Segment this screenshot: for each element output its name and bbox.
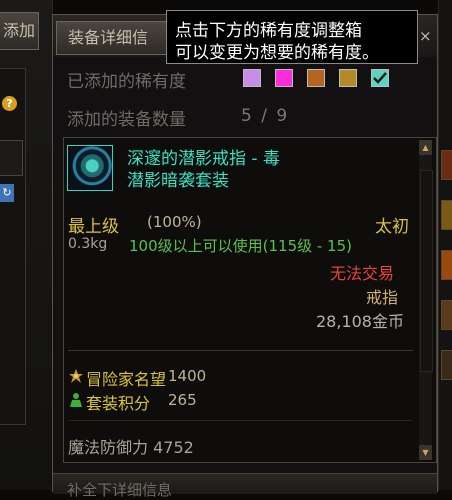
magic-defense-stat: 魔法防御力 4752 (68, 438, 194, 457)
rarity-swatch-legendary[interactable] (307, 69, 325, 87)
right-background-panel (438, 0, 452, 490)
item-level-requirement: 100级以上可以使用(115级 - 15) (129, 237, 353, 255)
rarity-swatch-mythic[interactable] (371, 69, 389, 87)
item-rarity: 最上级 (68, 217, 119, 237)
close-icon[interactable]: × (419, 25, 433, 47)
right-item-thumb[interactable] (441, 250, 452, 280)
item-info-panel: 深邃的潜影戒指 - 毒 潜影暗袭套装 最上级 (100%) 太初 0.3kg 1… (63, 137, 437, 463)
adventurer-fame-value: 1400 (168, 367, 207, 385)
added-equipment-count-label: 添加的装备数量 (67, 110, 186, 130)
tab-equipment-detail[interactable]: 装备详细信 (56, 21, 170, 55)
rarity-swatch-epic[interactable] (339, 69, 357, 87)
ring-icon[interactable] (67, 145, 113, 191)
right-item-thumb[interactable] (441, 150, 452, 180)
rarity-swatch-unique[interactable] (275, 69, 293, 87)
right-item-thumb[interactable] (441, 200, 452, 230)
item-set-name: 潜影暗袭套装 (127, 171, 229, 191)
left-slot[interactable] (0, 140, 23, 176)
item-rarity-percent: (100%) (147, 213, 202, 231)
item-price: 28,108金币 (316, 312, 404, 331)
set-points-value: 265 (168, 391, 197, 409)
fame-icon (69, 369, 83, 383)
item-tier: 太初 (375, 217, 409, 237)
item-tradability: 无法交易 (330, 264, 395, 283)
scrollbar-thumb[interactable] (420, 170, 433, 372)
item-info-scrollbar[interactable]: ▲ ▼ (419, 140, 433, 460)
divider (68, 420, 413, 421)
bottom-detail-bar[interactable]: 补全下详细信息 (53, 473, 437, 499)
set-points-label: 套装积分 (86, 394, 151, 413)
tooltip-line-2: 可以变更为想要的稀有度。 (175, 43, 379, 63)
right-item-thumb[interactable] (441, 350, 452, 380)
item-type: 戒指 (366, 288, 399, 307)
rarity-swatch-rare[interactable] (243, 69, 261, 87)
set-points-icon (70, 393, 82, 407)
item-weight: 0.3kg (68, 236, 108, 252)
adventurer-fame-label: 冒险家名望 (86, 370, 167, 389)
added-equipment-count-value: 5 / 9 (241, 106, 290, 126)
left-inventory-frame (0, 68, 26, 425)
rarity-tooltip: 点击下方的稀有度调整箱 可以变更为想要的稀有度。 (166, 10, 418, 64)
scroll-up-icon[interactable]: ▲ (419, 140, 432, 155)
divider (68, 350, 413, 351)
right-item-thumb[interactable] (441, 300, 452, 330)
added-rarity-label: 已添加的稀有度 (67, 72, 186, 92)
equipment-detail-window: 装备详细信 × 已添加的稀有度 添加的装备数量 5 / 9 深邃的潜影戒指 - … (52, 14, 438, 499)
check-icon (373, 72, 387, 84)
scroll-down-icon[interactable]: ▼ (419, 445, 432, 460)
left-add-tab[interactable]: 添加 (0, 12, 39, 50)
help-icon[interactable]: ? (2, 96, 17, 111)
sync-icon[interactable]: ↻ (0, 184, 14, 202)
